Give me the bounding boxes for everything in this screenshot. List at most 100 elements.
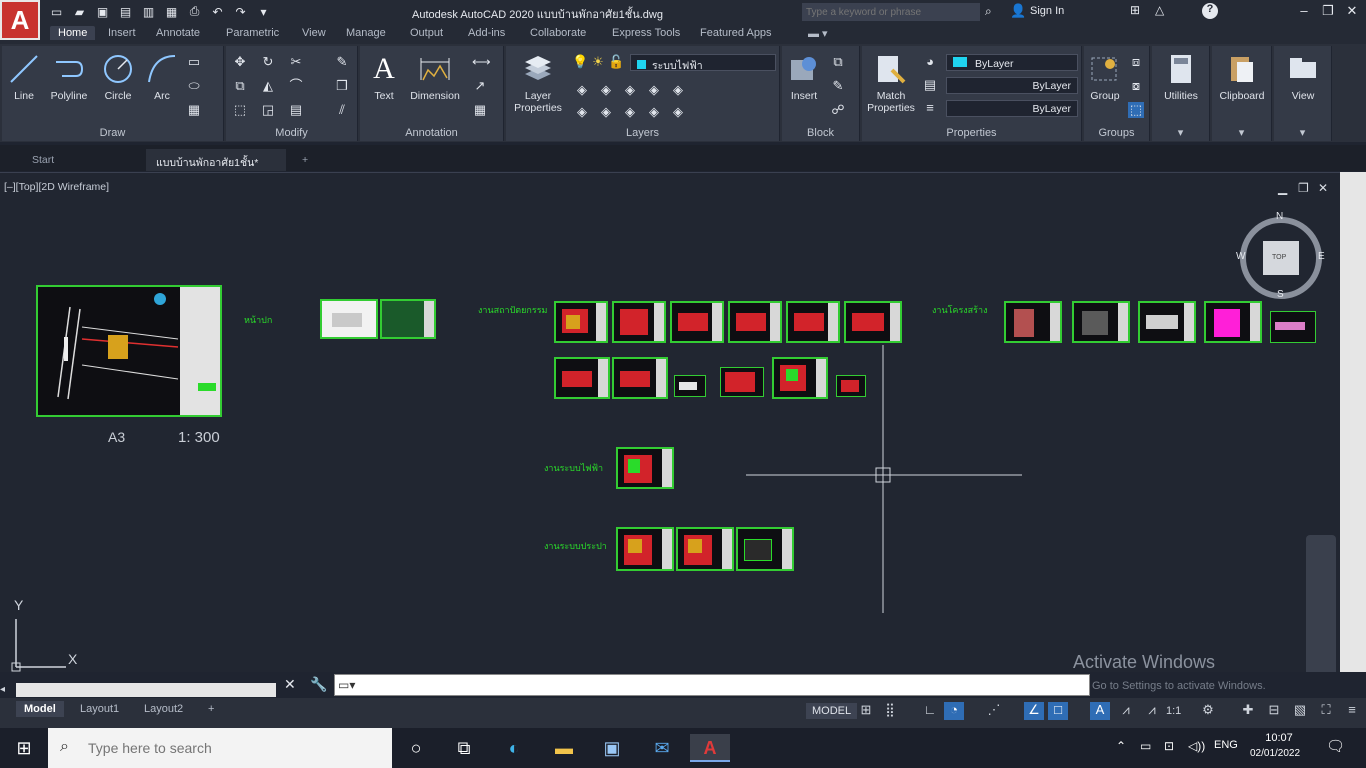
tab-insert[interactable]: Insert xyxy=(108,27,136,39)
clipboard-tool[interactable]: Clipboard xyxy=(1214,52,1270,102)
layer-tool-icon[interactable]: ◈ xyxy=(670,104,686,120)
block-panel-title[interactable]: Block xyxy=(782,127,859,139)
clipboard-dropdown-icon[interactable]: ▾ xyxy=(1212,126,1271,139)
drawing-sheet[interactable] xyxy=(554,357,610,399)
object-snap-tracking-icon[interactable]: ∠ xyxy=(1024,702,1044,720)
snap-icon[interactable]: ⣿ xyxy=(880,702,900,720)
layer-tool-icon[interactable]: ◈ xyxy=(646,104,662,120)
layer-tool-icon[interactable]: ◈ xyxy=(598,104,614,120)
table-icon[interactable]: ▦ xyxy=(472,102,488,118)
drawing-sheet[interactable] xyxy=(1072,301,1130,343)
arc-tool[interactable]: Arc xyxy=(144,52,180,102)
volume-icon[interactable]: ◁)) xyxy=(1188,739,1205,753)
edit-block-icon[interactable]: ✎ xyxy=(830,78,846,94)
save-icon[interactable]: ▣ xyxy=(94,3,111,20)
add-layout-icon[interactable]: + xyxy=(200,701,222,717)
tab-parametric[interactable]: Parametric xyxy=(226,27,279,39)
tab-express-tools[interactable]: Express Tools xyxy=(612,27,680,39)
clock-date[interactable]: 02/01/2022 xyxy=(1250,748,1300,759)
drawing-sheet[interactable] xyxy=(1138,301,1196,343)
network-icon[interactable]: ⊡ xyxy=(1164,739,1174,753)
drawing-sheet[interactable] xyxy=(616,527,674,571)
model-space-button[interactable]: MODEL xyxy=(806,703,858,719)
annotation-monitor-icon[interactable]: ✚ xyxy=(1238,702,1258,720)
annotation-scale-icon[interactable]: ⩘ xyxy=(1142,702,1162,720)
layer-tool-icon[interactable]: ◈ xyxy=(646,82,662,98)
compass-south[interactable]: S xyxy=(1277,289,1284,300)
create-block-icon[interactable]: ⧉ xyxy=(830,54,846,70)
view-tool[interactable]: View xyxy=(1276,52,1330,102)
annotation-panel-title[interactable]: Annotation xyxy=(360,127,503,139)
autocad-taskbar-icon[interactable]: A xyxy=(690,734,730,762)
annotation-scale-value[interactable]: 1:1 xyxy=(1166,705,1181,717)
drawing-sheet[interactable] xyxy=(616,447,674,489)
language-indicator[interactable]: ENG xyxy=(1214,739,1238,751)
utilities-tool[interactable]: Utilities xyxy=(1154,52,1208,102)
edge-browser-icon[interactable]: ◐ xyxy=(494,734,534,762)
layer-on-icon[interactable]: 💡 xyxy=(572,54,588,70)
rectangle-icon[interactable]: ▭ xyxy=(186,54,202,70)
site-plan-sheet[interactable] xyxy=(36,285,222,417)
binoculars-icon[interactable]: ⌕ xyxy=(985,4,992,19)
layer-tool-icon[interactable]: ◈ xyxy=(598,82,614,98)
array-icon[interactable]: ▤ xyxy=(288,102,304,118)
ortho-icon[interactable]: ∟ xyxy=(920,702,940,720)
tab-collaborate[interactable]: Collaborate xyxy=(530,27,586,39)
fillet-icon[interactable]: ⌒ xyxy=(288,78,304,94)
tab-manage[interactable]: Manage xyxy=(346,27,386,39)
tab-drawing[interactable]: แบบบ้านพักอาศัย1ชั้น* ✕ xyxy=(146,149,286,183)
drawing-sheet[interactable] xyxy=(670,301,724,343)
plot-icon[interactable]: ⎙ xyxy=(186,3,203,20)
file-explorer-icon[interactable]: ▬ xyxy=(544,734,584,762)
close-icon[interactable]: ✕ xyxy=(1340,3,1364,19)
tray-overflow-icon[interactable]: ⌃ xyxy=(1116,739,1126,753)
text-tool[interactable]: A Text xyxy=(364,52,404,102)
scale-icon[interactable]: ◲ xyxy=(260,102,276,118)
annotation-visibility-icon[interactable]: A xyxy=(1090,702,1110,720)
explode-icon[interactable]: ❒ xyxy=(334,78,350,94)
vertical-scrollbar[interactable] xyxy=(1340,172,1366,688)
lineweight-icon[interactable]: ≡ xyxy=(922,100,938,116)
minimize-icon[interactable]: – xyxy=(1292,3,1316,18)
ungroup-icon[interactable]: ⧈ xyxy=(1128,54,1144,70)
polyline-tool[interactable]: Polyline xyxy=(44,52,94,102)
layer-lock-icon[interactable]: 🔓 xyxy=(608,54,624,70)
drawing-sheet[interactable] xyxy=(676,527,734,571)
viewcube[interactable]: N S E W TOP xyxy=(1236,211,1326,303)
scroll-left-icon[interactable]: ◂ xyxy=(0,684,5,695)
erase-icon[interactable]: ✎ xyxy=(334,54,350,70)
offset-icon[interactable]: ⫽ xyxy=(334,102,350,118)
drawing-sheet[interactable] xyxy=(728,301,782,343)
new-file-icon[interactable]: ▭ xyxy=(48,3,65,20)
viewport-minimize-icon[interactable]: ▁ xyxy=(1278,181,1287,195)
save-as-icon[interactable]: ▤ xyxy=(117,3,134,20)
save-web-icon[interactable]: ▦ xyxy=(163,3,180,20)
task-view-icon[interactable]: ⧉ xyxy=(444,734,484,762)
modify-panel-title[interactable]: Modify xyxy=(226,127,357,139)
tab-view[interactable]: View xyxy=(302,27,326,39)
group-select-icon[interactable]: ⬚ xyxy=(1128,102,1144,118)
clock-time[interactable]: 10:07 xyxy=(1262,732,1296,744)
taskbar-search-input[interactable] xyxy=(48,728,392,768)
drawing-sheet[interactable] xyxy=(554,301,608,343)
tab-layout2[interactable]: Layout2 xyxy=(136,701,191,717)
sign-in-link[interactable]: Sign In xyxy=(1030,5,1064,17)
new-tab-icon[interactable]: + xyxy=(292,149,318,171)
drawing-sheet[interactable] xyxy=(674,375,706,397)
linear-dim-icon[interactable]: ⟷ xyxy=(472,54,491,70)
layer-dropdown[interactable]: ระบบไฟฟ้า xyxy=(630,54,776,72)
move-icon[interactable]: ✥ xyxy=(232,54,248,70)
drawing-sheet[interactable] xyxy=(1270,311,1316,343)
open-file-icon[interactable]: ▰ xyxy=(71,3,88,20)
a360-icon[interactable]: △ xyxy=(1155,3,1164,17)
tab-annotate[interactable]: Annotate xyxy=(156,27,200,39)
line-tool[interactable]: Line xyxy=(6,52,42,102)
layer-tool-icon[interactable]: ◈ xyxy=(574,82,590,98)
draw-panel-title[interactable]: Draw xyxy=(2,127,223,139)
group-edit-icon[interactable]: ⧇ xyxy=(1128,78,1144,94)
layer-tool-icon[interactable]: ◈ xyxy=(622,82,638,98)
viewport-controls-label[interactable]: [–][Top][2D Wireframe] xyxy=(4,181,109,193)
units-icon[interactable]: ⊟ xyxy=(1264,702,1284,720)
clean-screen-icon[interactable]: ⛶ xyxy=(1316,702,1336,720)
drawing-canvas[interactable]: [–][Top][2D Wireframe] ▁ ❐ ✕ A3 1: 300 ห… xyxy=(0,172,1340,747)
